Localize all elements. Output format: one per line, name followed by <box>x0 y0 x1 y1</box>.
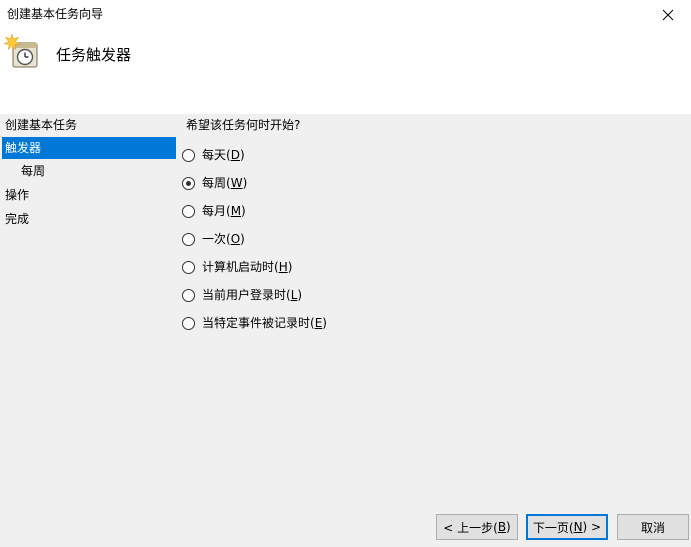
step-item-finish[interactable]: 完成 <box>2 208 176 230</box>
radio-computer-startup[interactable]: 计算机启动时(H) <box>182 258 292 276</box>
radio-label: 一次(O) <box>202 232 245 246</box>
radio-event-logged[interactable]: 当特定事件被记录时(E) <box>182 314 327 332</box>
step-item-trigger[interactable]: 触发器 <box>2 137 176 159</box>
step-item-weekly[interactable]: 每周 <box>2 160 176 182</box>
radio-one-time[interactable]: 一次(O) <box>182 230 245 248</box>
radio-label: 每天(D) <box>202 148 245 162</box>
radio-user-logon[interactable]: 当前用户登录时(L) <box>182 286 302 304</box>
back-button[interactable]: < 上一步(B) <box>436 514 518 540</box>
step-item-action[interactable]: 操作 <box>2 184 176 206</box>
step-item-create-basic-task[interactable]: 创建基本任务 <box>2 114 176 136</box>
radio-label: 当特定事件被记录时(E) <box>202 316 327 330</box>
close-icon <box>662 9 674 21</box>
radio-label: 计算机启动时(H) <box>202 260 293 274</box>
radio-button[interactable] <box>182 316 195 330</box>
radio-button[interactable] <box>182 232 195 246</box>
radio-button-checked[interactable] <box>182 176 195 190</box>
window-title: 创建基本任务向导 <box>7 7 104 21</box>
radio-button[interactable] <box>182 288 195 302</box>
wizard-step-list: 创建基本任务 触发器 每周 操作 完成 <box>0 114 176 520</box>
radio-monthly[interactable]: 每月(M) <box>182 202 246 220</box>
radio-label: 当前用户登录时(L) <box>202 288 303 302</box>
trigger-question: 希望该任务何时开始? <box>186 118 301 132</box>
radio-button[interactable] <box>182 148 195 162</box>
wizard-header: 任务触发器 <box>0 30 691 114</box>
scheduled-task-clock-icon <box>4 34 38 68</box>
page-title: 任务触发器 <box>56 46 132 64</box>
radio-label: 每月(M) <box>202 204 246 218</box>
radio-weekly[interactable]: 每周(W) <box>182 174 247 192</box>
next-button[interactable]: 下一页(N) > <box>526 514 608 540</box>
radio-button[interactable] <box>182 204 195 218</box>
cancel-button[interactable]: 取消 <box>617 514 689 540</box>
title-bar: 创建基本任务向导 <box>0 0 691 30</box>
radio-label: 每周(W) <box>202 176 248 190</box>
radio-button[interactable] <box>182 260 195 274</box>
radio-daily[interactable]: 每天(D) <box>182 146 245 164</box>
close-button[interactable] <box>645 0 691 30</box>
